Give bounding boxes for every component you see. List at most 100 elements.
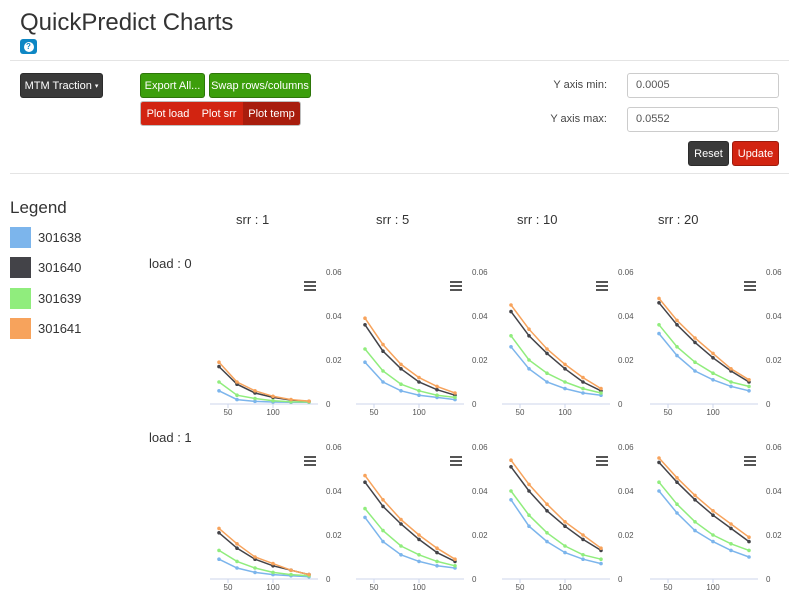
series-line (364, 348, 456, 399)
y-tick-label: 0.04 (472, 487, 488, 496)
series-line (658, 461, 750, 543)
y-tick-label: 0 (618, 575, 623, 584)
data-point (381, 349, 385, 354)
data-point (675, 511, 679, 515)
y-tick-label: 0.04 (766, 312, 782, 321)
data-point (545, 351, 549, 356)
data-point (675, 318, 679, 323)
data-point (417, 380, 421, 384)
x-tick-label: 50 (370, 583, 379, 592)
data-point (711, 509, 715, 513)
data-point (363, 473, 367, 478)
data-point (675, 345, 679, 349)
data-point (381, 498, 385, 502)
y-tick-label: 0 (326, 400, 331, 409)
data-point (435, 384, 439, 389)
data-point (747, 378, 751, 382)
data-point (381, 539, 385, 544)
y-tick-label: 0.02 (326, 531, 342, 540)
y-tick-label: 0.06 (472, 268, 488, 277)
data-point (509, 498, 513, 502)
y-tick-label: 0.04 (618, 312, 634, 321)
data-point (711, 371, 715, 376)
data-point (235, 566, 239, 570)
data-point (289, 572, 293, 577)
data-point (693, 360, 697, 365)
data-point (399, 382, 403, 387)
data-point (235, 393, 239, 398)
data-point (711, 539, 715, 544)
data-point (399, 367, 403, 371)
y-tick-label: 0 (326, 575, 331, 584)
y-tick-label: 0.04 (618, 487, 634, 496)
data-point (363, 323, 367, 327)
data-point (363, 316, 367, 321)
data-point (527, 489, 531, 493)
data-point (217, 526, 221, 531)
data-point (217, 531, 221, 535)
chart-menu-icon[interactable] (304, 456, 316, 466)
data-point (399, 389, 403, 393)
data-point (729, 522, 733, 526)
data-point (693, 528, 697, 533)
data-point (581, 380, 585, 384)
data-point (675, 476, 679, 480)
data-point (657, 460, 661, 465)
data-point (217, 364, 221, 369)
data-point (399, 522, 403, 526)
data-point (729, 384, 733, 389)
data-point (509, 458, 513, 463)
data-point (563, 380, 567, 384)
data-point (729, 526, 733, 531)
data-point (527, 358, 531, 362)
y-tick-label: 0.02 (618, 356, 634, 365)
data-point (509, 345, 513, 349)
y-tick-label: 0.04 (326, 312, 342, 321)
chart-menu-icon[interactable] (450, 281, 462, 291)
data-point (253, 396, 257, 401)
data-point (253, 555, 257, 559)
data-point (235, 380, 239, 384)
data-point (599, 561, 603, 566)
data-point (417, 393, 421, 398)
x-tick-label: 100 (706, 408, 720, 417)
data-point (599, 557, 603, 561)
data-point (381, 380, 385, 384)
chart-menu-icon[interactable] (596, 456, 608, 466)
data-point (271, 398, 275, 403)
data-point (675, 502, 679, 507)
data-point (435, 559, 439, 564)
chart-menu-icon[interactable] (450, 456, 462, 466)
chart-menu-icon[interactable] (596, 281, 608, 291)
data-point (675, 323, 679, 327)
y-tick-label: 0.06 (618, 268, 634, 277)
data-point (729, 548, 733, 553)
chart-menu-icon[interactable] (304, 281, 316, 291)
data-point (657, 480, 661, 485)
y-tick-label: 0.04 (766, 487, 782, 496)
chart-menu-icon[interactable] (744, 281, 756, 291)
data-point (729, 380, 733, 384)
data-point (711, 351, 715, 356)
series-line (364, 361, 456, 401)
data-point (235, 542, 239, 546)
data-point (563, 386, 567, 391)
data-point (657, 456, 661, 460)
data-point (363, 347, 367, 351)
data-point (581, 537, 585, 542)
data-point (509, 309, 513, 314)
series-line (364, 475, 456, 560)
data-point (599, 391, 603, 395)
y-tick-label: 0.04 (326, 487, 342, 496)
data-point (747, 548, 751, 553)
data-point (545, 509, 549, 513)
chart-menu-icon[interactable] (744, 456, 756, 466)
data-point (435, 393, 439, 398)
y-tick-label: 0.06 (766, 443, 782, 452)
y-tick-label: 0 (766, 575, 771, 584)
x-tick-label: 50 (370, 408, 379, 417)
data-point (729, 367, 733, 371)
series-line (510, 459, 602, 549)
x-tick-label: 100 (266, 408, 280, 417)
data-point (381, 528, 385, 533)
